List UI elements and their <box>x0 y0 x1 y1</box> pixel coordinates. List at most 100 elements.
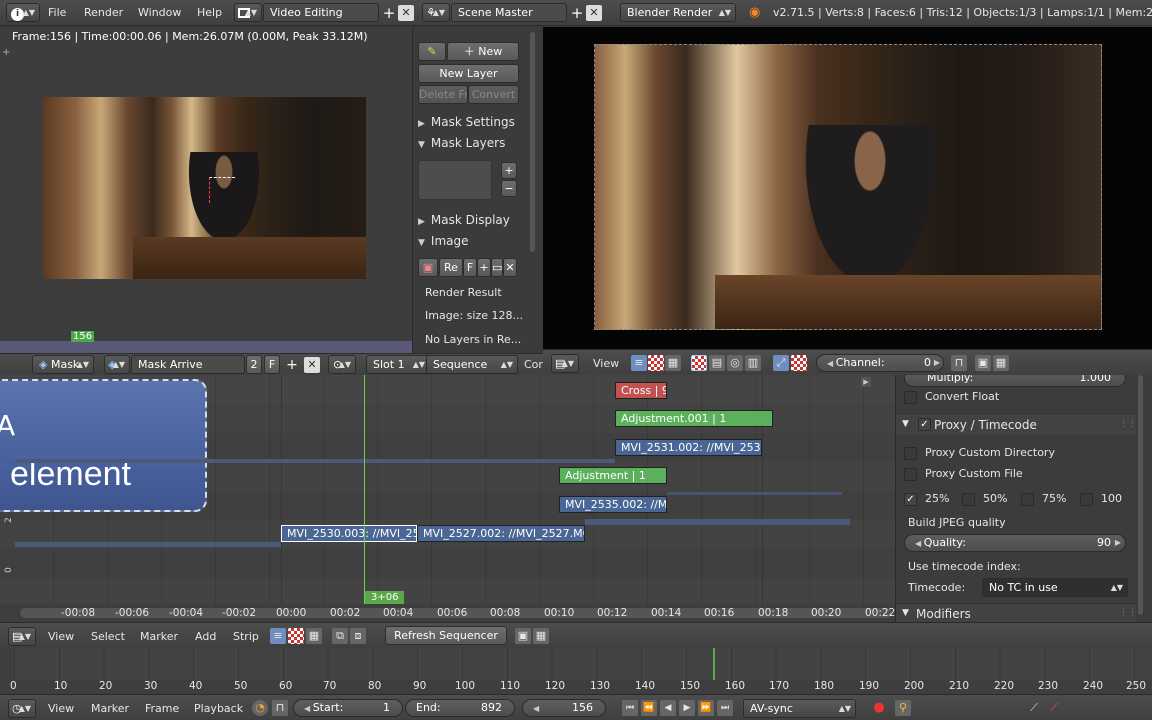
proxy-panel-header[interactable]: ▼ ✓ Proxy / Timecode ⋮⋮ <box>896 413 1137 435</box>
unlink-mask-icon[interactable]: ✕ <box>304 357 320 373</box>
image-browse-button[interactable]: ▣ <box>418 258 438 277</box>
proxy-size-75-checkbox[interactable]: 75% <box>1021 492 1066 506</box>
end-frame-field[interactable]: End: 892 <box>405 699 515 717</box>
mask-browse-dropdown[interactable]: ◈ ▲▼ <box>104 355 130 374</box>
proxy-size-50-checkbox[interactable]: 50% <box>962 492 1007 506</box>
render-still-icon[interactable]: ▣ <box>515 628 531 644</box>
mask-settings-header[interactable]: ▶ Mask Settings <box>418 115 515 129</box>
image-close-button[interactable]: ✕ <box>503 258 517 277</box>
sequencer-timeline[interactable]: 6 4 2 0 A element Cross | 9 Adjustment.0… <box>0 375 895 622</box>
keyframe-insert-icon[interactable]: ⟋ <box>1026 700 1042 716</box>
strip-mvi-2531[interactable]: MVI_2531.002: //MVI_2531. <box>615 439 762 456</box>
add-mask-icon[interactable]: + <box>284 357 300 373</box>
snap-icon[interactable]: ⧉ <box>332 628 348 644</box>
overlap-icon[interactable]: ⧈ <box>350 628 366 644</box>
panel-scrollbar[interactable] <box>530 32 535 252</box>
seq-menu-select[interactable]: Select <box>91 630 125 643</box>
strip-cross[interactable]: Cross | 9 <box>615 382 667 399</box>
properties-scrollbar[interactable] <box>1138 375 1143 615</box>
timecode-dropdown[interactable]: No TC in use ▲▼ <box>982 578 1128 597</box>
timeline-editor-type[interactable]: ◷ ▲▼ <box>8 699 36 718</box>
channel-field[interactable]: ◀ Channel: 0 ▶ <box>816 354 944 372</box>
proxy-size-100-checkbox[interactable]: 100 <box>1080 492 1122 506</box>
pivot-dropdown[interactable]: ⊙ ▲▼ <box>328 355 356 374</box>
mask-icon-button[interactable]: ✎ <box>418 42 446 61</box>
remove-scene-icon[interactable]: ✕ <box>586 5 602 21</box>
refresh-sequencer-button[interactable]: Refresh Sequencer <box>385 626 507 645</box>
menu-help[interactable]: Help <box>197 6 222 19</box>
menu-window[interactable]: Window <box>138 6 181 19</box>
proxy-size-25-checkbox[interactable]: ✓ 25% <box>904 492 949 506</box>
preview-view-menu[interactable]: View <box>593 357 619 370</box>
quality-field[interactable]: ◀ Quality: 90 ▶ <box>904 534 1126 552</box>
mask-display-header[interactable]: ▶ Mask Display <box>418 213 510 227</box>
remove-screen-icon[interactable]: ✕ <box>398 5 414 21</box>
mask-layers-header[interactable]: ▼ Mask Layers <box>418 136 505 150</box>
tl-menu-playback[interactable]: Playback <box>194 702 243 715</box>
strip-mvi-2527[interactable]: MVI_2527.002: //MVI_2527.MO <box>417 525 585 542</box>
clip-frame-image[interactable] <box>43 97 366 279</box>
image-f-button[interactable]: F <box>463 258 477 277</box>
remove-layer-button[interactable]: − <box>501 180 517 197</box>
clip-scrubber[interactable] <box>0 341 412 353</box>
mode-dropdown[interactable]: ◈ Mask ▲▼ <box>32 355 94 374</box>
record-icon[interactable]: ● <box>871 700 887 716</box>
combined-view-icon[interactable]: ▦ <box>306 628 322 644</box>
strip-adjustment[interactable]: Adjustment | 1 <box>559 467 667 484</box>
mask-fake-user-button[interactable]: F <box>264 355 280 374</box>
proxy-enable-checkbox[interactable]: ✓ <box>918 418 931 431</box>
add-scene-icon[interactable]: + <box>569 5 585 21</box>
image-re-button[interactable]: Re <box>439 258 463 277</box>
play-reverse-icon[interactable]: ◀ <box>660 700 676 716</box>
screen-layout-field[interactable]: Video Editing <box>263 3 379 22</box>
tl-menu-frame[interactable]: Frame <box>145 702 179 715</box>
mask-layers-list[interactable] <box>418 160 492 200</box>
seq-menu-marker[interactable]: Marker <box>140 630 178 643</box>
sequencer-view-icon[interactable]: ≡ <box>631 355 647 371</box>
display-image-icon[interactable] <box>691 355 707 371</box>
render-anim-icon[interactable]: ▦ <box>993 355 1009 371</box>
strip-mvi-2530[interactable]: MVI_2530.003: //MVI_253 <box>281 525 417 542</box>
playhead-line[interactable] <box>364 375 365 605</box>
add-layer-button[interactable]: + <box>501 162 517 179</box>
scene-icon-dropdown[interactable]: ⚘ ▲▼ <box>422 3 450 22</box>
overlay-icon[interactable] <box>791 355 807 371</box>
safe-areas-icon[interactable]: ⤢ <box>773 355 789 371</box>
jump-start-icon[interactable]: ⏮ <box>622 700 638 716</box>
multiply-field[interactable]: Multiply: 1.000 <box>904 375 1126 387</box>
modifiers-panel-header[interactable]: ▼ Modifiers ⋮⋮ <box>896 603 1137 622</box>
scroll-button[interactable]: ▶ <box>861 377 871 387</box>
render-engine-dropdown[interactable]: Blender Render ▲▼ <box>620 3 736 22</box>
keyframe-delete-icon[interactable]: ⟋ <box>1046 700 1062 716</box>
tl-menu-marker[interactable]: Marker <box>91 702 129 715</box>
new-mask-button[interactable]: ＋ New <box>447 42 519 61</box>
luma-waveform-icon[interactable]: ▤ <box>709 355 725 371</box>
slot-dropdown[interactable]: Slot 1 ▲▼ <box>366 355 430 374</box>
add-screen-icon[interactable]: + <box>381 5 397 21</box>
sequencer-preview-area[interactable] <box>543 27 1152 349</box>
image-open-button[interactable]: ▭ <box>491 258 503 277</box>
drag-handle-icon[interactable]: ⋮⋮ <box>1119 419 1137 429</box>
drag-handle-icon[interactable]: ⋮⋮ <box>1119 608 1137 618</box>
render-still-icon[interactable]: ▣ <box>975 355 991 371</box>
image-header[interactable]: ▼ Image <box>418 234 469 248</box>
sequencer-time-ruler[interactable]: -00:08 -00:06 -00:04 -00:02 00:00 00:02 … <box>0 604 895 622</box>
jump-end-icon[interactable]: ⏭ <box>717 700 733 716</box>
sync-mode-dropdown[interactable]: AV-sync ▲▼ <box>743 699 856 718</box>
combined-view-icon[interactable]: ▦ <box>665 355 681 371</box>
mask-name-field[interactable]: Mask Arrive <box>131 355 245 374</box>
timeline-area[interactable]: 0 10 20 30 40 50 60 70 80 90 100 110 120… <box>0 648 1152 694</box>
tl-menu-view[interactable]: View <box>48 702 74 715</box>
convert-button[interactable]: Convert <box>468 85 519 104</box>
lock-icon[interactable]: ⊓ <box>951 355 967 371</box>
clip-editor-area[interactable]: Frame:156 | Time:00:00.06 | Mem:26.07M (… <box>0 27 412 353</box>
editor-type-info[interactable]: i ▲▼ <box>6 3 40 22</box>
seq-menu-view[interactable]: View <box>48 630 74 643</box>
image-add-button[interactable]: + <box>477 258 491 277</box>
play-icon[interactable]: ▶ <box>679 700 695 716</box>
proxy-custom-directory-checkbox[interactable]: Proxy Custom Directory <box>904 446 1055 460</box>
convert-float-checkbox[interactable]: Convert Float <box>904 390 999 404</box>
view-mode-dropdown[interactable]: Sequence ▲▼ <box>426 355 518 374</box>
menu-file[interactable]: File <box>48 6 66 19</box>
sequencer-editor-type[interactable]: ▤ ▲▼ <box>8 627 36 646</box>
